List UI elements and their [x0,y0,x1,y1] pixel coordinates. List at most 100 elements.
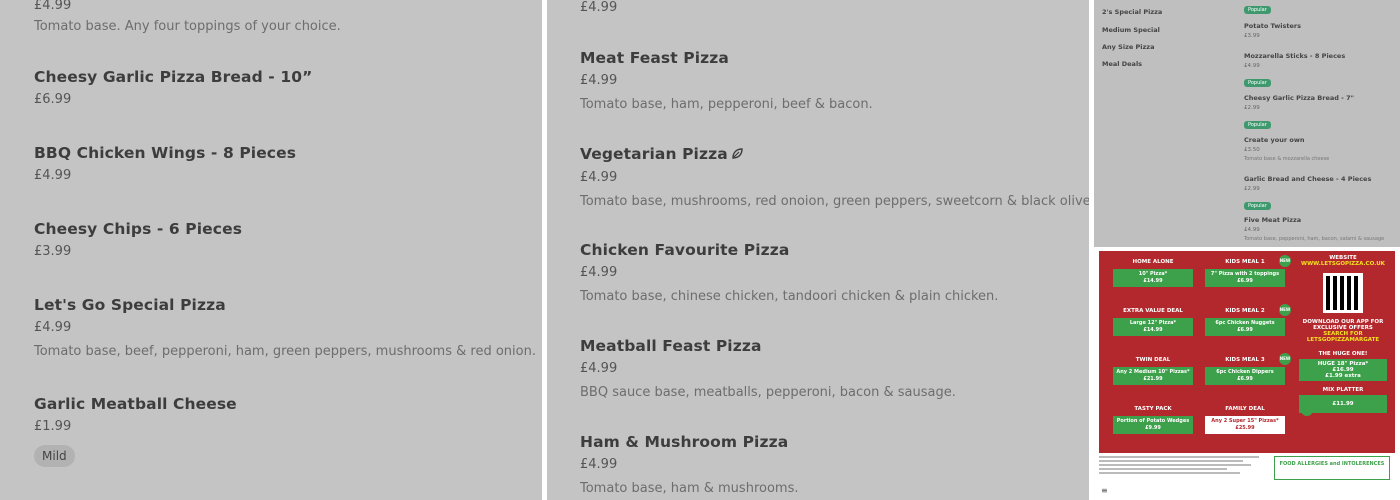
category-link[interactable]: Meal Deals [1102,60,1142,68]
deal-box: KIDS MEAL 2 6pc Chicken Nuggets £6.99 [1205,304,1285,336]
deal-price: £25.99 [1235,425,1255,431]
item-price: £4.99 [580,169,618,185]
deal-text: Portion of Potato Wedges [1116,418,1190,424]
menu-item[interactable]: Vegetarian Pizza £4.99 Tomato base, mush… [580,145,1089,209]
item-name: Vegetarian Pizza [580,145,728,163]
flyer-panel: HOME ALONE 10" Pizza* £14.99 EXTRA VALUE … [1094,251,1400,500]
menu-item[interactable]: Let's Go Special Pizza £4.99 Tomato base… [34,296,536,359]
deal-box: TASTY PACK Portion of Potato Wedges £9.99 [1113,402,1193,434]
deal-box: EXTRA VALUE DEAL Large 12" Pizza* £14.99 [1113,304,1193,336]
item-name: Mozzarella Sticks - 8 Pieces [1244,52,1346,60]
deal-body: Any 2 Super 15" Pizzas* £25.99 [1205,416,1285,434]
menu-item[interactable]: £4.99 [580,0,617,15]
spice-badge: Mild [34,445,75,467]
mini-menu-item[interactable]: Create your own £3.50 Tomato base & mozz… [1244,136,1394,162]
deal-price: £21.99 [1143,376,1163,382]
item-name: Garlic Meatball Cheese [34,395,237,413]
mini-menu-item[interactable]: Cheesy Garlic Pizza Bread - 7" £2.99 Pop… [1244,94,1394,130]
website-url: WWW.LETSGOPIZZA.CO.UK [1301,261,1385,267]
item-name: Potato Twisters [1244,22,1301,30]
huge-title: THE HUGE ONE! [1318,351,1368,357]
category-link[interactable]: 2's Special Pizza [1102,8,1162,16]
deal-box: KIDS MEAL 1 7" Pizza with 2 toppings £6.9… [1205,255,1285,287]
deal-price: £6.99 [1237,376,1253,382]
category-link[interactable]: Any Size Pizza [1102,43,1154,51]
item-price: £2.99 [1244,105,1260,111]
deal-box: TWIN DEAL Any 2 Medium 10" Pizzas* £21.99 [1113,353,1193,385]
deal-title: TASTY PACK [1113,402,1193,416]
terms-text [1099,454,1259,476]
item-description: Tomato base, ham & mushrooms. [580,481,799,496]
menu-item[interactable]: Cheesy Chips - 6 Pieces £3.99 [34,220,242,259]
item-description: Tomato base. Any four toppings of your c… [34,19,341,34]
search-promo: SEARCH FOR LETSGOPIZZAMARGATE [1306,331,1380,343]
deal-text: 10" Pizza* [1138,271,1168,277]
item-description: Tomato base, chinese chicken, tandoori c… [580,289,999,304]
menu-icon[interactable]: ≡ [1101,487,1109,495]
menu-item[interactable]: £4.99 Tomato base. Any four toppings of … [34,0,341,34]
item-name: Chicken Favourite Pizza [580,241,790,259]
menu-item[interactable]: Ham & Mushroom Pizza £4.99 Tomato base, … [580,433,798,496]
app-promo: DOWNLOAD OUR APP FOR EXCLUSIVE OFFERS [1302,319,1384,331]
item-name: Garlic Bread and Cheese - 4 Pieces [1244,175,1372,183]
mini-menu-item[interactable]: Mozzarella Sticks - 8 Pieces £4.99 Popul… [1244,52,1394,88]
menu-item[interactable]: BBQ Chicken Wings - 8 Pieces £4.99 [34,144,296,183]
huge-extra: £1.99 extra [1325,373,1361,379]
deal-title: FAMILY DEAL [1205,402,1285,416]
deal-price: £6.99 [1237,327,1253,333]
deal-text: Large 12" Pizza* [1129,320,1177,326]
item-name: Cheesy Chips - 6 Pieces [34,220,243,238]
deal-price: £14.99 [1143,327,1163,333]
deal-body: Portion of Potato Wedges £9.99 [1113,416,1193,434]
deal-text: Any 2 Medium 10" Pizzas* [1116,369,1190,375]
item-description: Tomato base, pepperoni, ham, bacon, sala… [1244,236,1385,242]
mini-menu-item[interactable]: Potato Twisters £3.99 [1244,22,1394,39]
item-price: £4.99 [1244,227,1260,233]
menu-item[interactable]: Cheesy Garlic Pizza Bread - 10” £6.99 [34,68,312,107]
popular-badge: Popular [1244,6,1271,14]
item-price: £3.99 [34,244,72,259]
popular-badge: Popular [1244,79,1271,87]
mix-deal-box: £11.99 [1299,395,1387,413]
deal-body: 6pc Chicken Nuggets £6.99 [1205,318,1285,336]
item-price: £4.99 [34,168,72,183]
menu-item[interactable]: Meat Feast Pizza £4.99 Tomato base, ham,… [580,49,873,112]
deal-box: KIDS MEAL 3 6pc Chicken Dippers £6.99 [1205,353,1285,385]
menu-panel-left: £4.99 Tomato base. Any four toppings of … [0,0,542,500]
deal-price: £6.99 [1237,278,1253,284]
deal-box: FAMILY DEAL Any 2 Super 15" Pizzas* £25.9… [1205,402,1285,434]
menu-panel-middle: £4.99 Meat Feast Pizza £4.99 Tomato base… [547,0,1089,500]
menu-item[interactable]: Garlic Meatball Cheese £1.99 Mild [34,395,237,467]
item-name: Cheesy Garlic Pizza Bread - 7" [1244,94,1355,102]
item-name: Let's Go Special Pizza [34,296,226,314]
deal-price: £14.99 [1143,278,1163,284]
mini-menu-item[interactable]: Five Meat Pizza £4.99 Tomato base, peppe… [1244,216,1394,242]
menu-item[interactable]: Meatball Feast Pizza £4.99 BBQ sauce bas… [580,337,956,400]
mini-menu-panel: 2's Special Pizza Medium Special Any Siz… [1094,0,1400,247]
item-description: Tomato base, mushrooms, red onoion, gree… [580,193,1089,209]
deal-body: 10" Pizza* £14.99 [1113,269,1193,287]
deal-text: 7" Pizza with 2 toppings [1210,271,1280,277]
new-badge-icon: NEW [1279,304,1291,316]
mini-menu-item[interactable]: Popular [1244,0,1394,15]
deal-body: 7" Pizza with 2 toppings £6.99 [1205,269,1285,287]
flyer-side-info: WEBSITE WWW.LETSGOPIZZA.CO.UK DOWNLOAD O… [1295,255,1391,415]
menu-item[interactable]: Chicken Favourite Pizza £4.99 Tomato bas… [580,241,998,304]
item-price: £4.99 [580,73,618,88]
item-price: £4.99 [580,0,618,15]
item-name: Create your own [1244,136,1305,144]
deal-title: EXTRA VALUE DEAL [1113,304,1193,318]
deal-body: Large 12" Pizza* £14.99 [1113,318,1193,336]
huge-deal-box: HUGE 18" Pizza* £16.99 £1.99 extra [1299,359,1387,381]
mini-menu-item[interactable]: Garlic Bread and Cheese - 4 Pieces £2.99… [1244,175,1394,211]
category-link[interactable]: Medium Special [1102,26,1160,34]
item-price: £6.99 [34,92,72,107]
item-name: Cheesy Garlic Pizza Bread - 10” [34,68,313,86]
vegetarian-leaf-icon [731,146,744,164]
deal-text: 6pc Chicken Dippers [1216,369,1274,375]
deal-title: KIDS MEAL 2 [1205,304,1285,318]
item-description: BBQ sauce base, meatballs, pepperoni, ba… [580,385,956,400]
item-name: Meatball Feast Pizza [580,337,762,355]
deal-text: Any 2 Super 15" Pizzas* [1211,418,1279,424]
item-name-row: Vegetarian Pizza [580,145,1089,164]
